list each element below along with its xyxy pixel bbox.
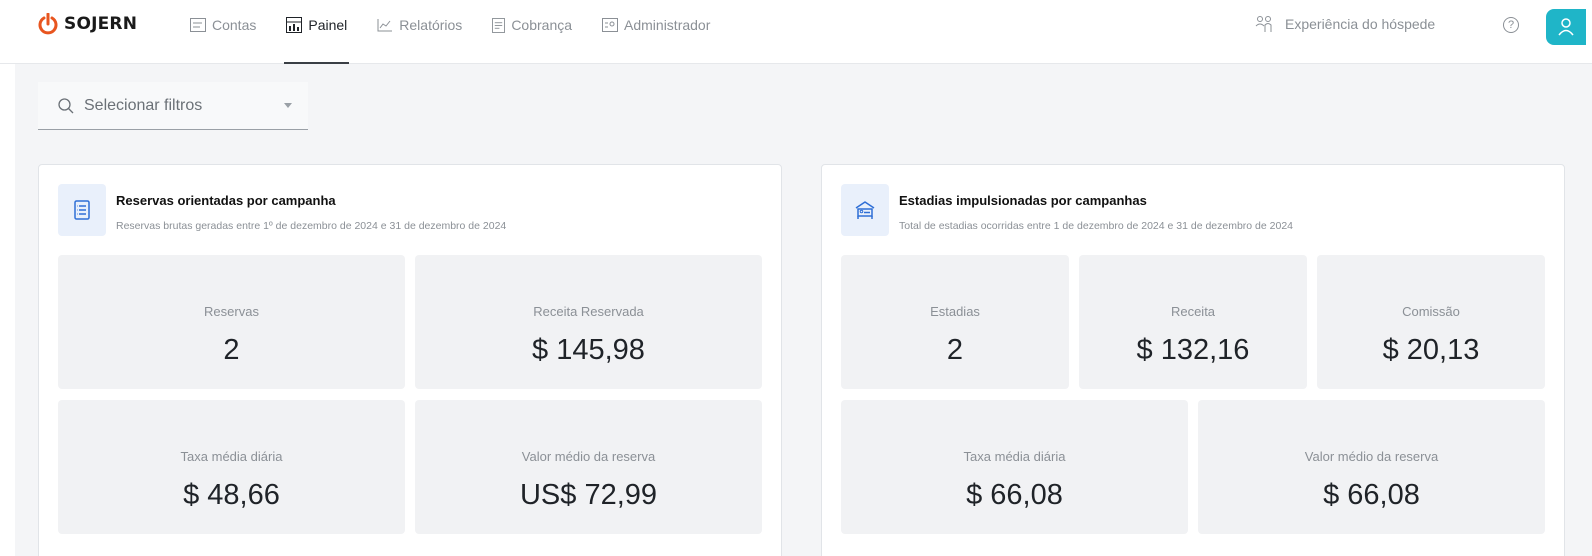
metric-label: Receita Reservada — [533, 304, 644, 319]
metric-tile-commission: Comissão $ 20,13 — [1317, 255, 1545, 389]
metric-value: 2 — [946, 334, 964, 366]
caret-down-icon — [284, 103, 292, 108]
reports-icon — [377, 19, 393, 32]
metric-value: $ 66,08 — [966, 479, 1063, 511]
top-navigation-bar: SOJERN Contas Painel Relatórios Cobrança… — [0, 0, 1592, 64]
campaign-bookings-card: Reservas orientadas por campanha Reserva… — [38, 164, 782, 556]
guest-experience-label: Experiência do hóspede — [1285, 16, 1436, 32]
nav-item-label: Cobrança — [511, 17, 573, 33]
accounts-icon — [190, 18, 206, 32]
metric-value: $ 132,16 — [1136, 334, 1250, 366]
admin-icon — [602, 18, 619, 32]
main-nav: Contas Painel Relatórios Cobrança Admini… — [190, 0, 740, 64]
dashboard-icon — [286, 17, 303, 33]
metric-label: Comissão — [1402, 304, 1460, 319]
card-subtitle: Reservas brutas geradas entre 1º de deze… — [116, 220, 507, 232]
metric-tile-avg-booking-value: Valor médio da reserva $ 66,08 — [1198, 400, 1545, 534]
dashboard-main: Selecionar filtros Reservas orientadas p… — [15, 64, 1592, 556]
card-subtitle: Total de estadias ocorridas entre 1 de d… — [899, 220, 1294, 232]
nav-item-dashboard[interactable]: Painel — [284, 0, 350, 64]
metric-label: Receita — [1170, 304, 1216, 319]
nav-item-accounts[interactable]: Contas — [190, 0, 256, 50]
hotel-bed-icon — [855, 201, 875, 219]
sojern-logo[interactable]: SOJERN — [38, 13, 137, 35]
power-logo-icon — [38, 13, 58, 35]
booking-list-icon — [74, 200, 90, 220]
user-menu-button[interactable] — [1546, 9, 1586, 45]
nav-item-admin[interactable]: Administrador — [602, 0, 710, 50]
search-icon — [58, 97, 74, 113]
metric-label: Reservas — [204, 304, 259, 319]
metric-tile-adr: Taxa média diária $ 66,08 — [841, 400, 1188, 534]
nav-item-billing[interactable]: Cobrança — [492, 0, 572, 50]
card-icon-container — [841, 184, 889, 236]
campaign-stays-card: Estadias impulsionadas por campanhas Tot… — [821, 164, 1565, 556]
metric-tile-avg-booking-value: Valor médio da reserva US$ 72,99 — [415, 400, 762, 534]
billing-icon — [492, 17, 506, 33]
help-icon[interactable]: ? — [1503, 17, 1519, 33]
filter-select[interactable]: Selecionar filtros — [38, 82, 308, 130]
metric-value: $ 66,08 — [1323, 479, 1420, 511]
nav-item-reports[interactable]: Relatórios — [377, 0, 462, 50]
metric-value: $ 145,98 — [532, 334, 645, 366]
metric-tile-adr: Taxa média diária $ 48,66 — [58, 400, 405, 534]
nav-item-label: Painel — [308, 17, 348, 33]
metric-label: Valor médio da reserva — [521, 449, 656, 464]
user-icon — [1558, 18, 1574, 36]
metric-label: Taxa média diária — [180, 449, 283, 464]
metric-tile-stays: Estadias 2 — [841, 255, 1069, 389]
metric-value: US$ 72,99 — [519, 479, 658, 511]
metric-value: $ 48,66 — [183, 479, 280, 511]
brand-name: SOJERN — [64, 14, 138, 34]
metric-label: Estadias — [930, 304, 980, 319]
guest-experience-link[interactable]: Experiência do hóspede — [1255, 15, 1435, 33]
metric-value: $ 20,13 — [1382, 334, 1480, 366]
card-title: Estadias impulsionadas por campanhas — [899, 193, 1147, 208]
metric-tile-booked-revenue: Receita Reservada $ 145,98 — [415, 255, 762, 389]
nav-item-label: Administrador — [624, 17, 711, 33]
metric-value: 2 — [223, 334, 240, 366]
metric-tile-bookings: Reservas 2 — [58, 255, 405, 389]
nav-item-label: Relatórios — [399, 17, 463, 33]
guests-icon — [1255, 16, 1272, 32]
metric-tile-revenue: Receita $ 132,16 — [1079, 255, 1307, 389]
filter-placeholder: Selecionar filtros — [84, 96, 203, 114]
metric-label: Valor médio da reserva — [1304, 449, 1439, 464]
card-icon-container — [58, 184, 106, 236]
metric-label: Taxa média diária — [963, 449, 1066, 464]
card-title: Reservas orientadas por campanha — [116, 193, 336, 208]
nav-item-label: Contas — [212, 17, 257, 33]
